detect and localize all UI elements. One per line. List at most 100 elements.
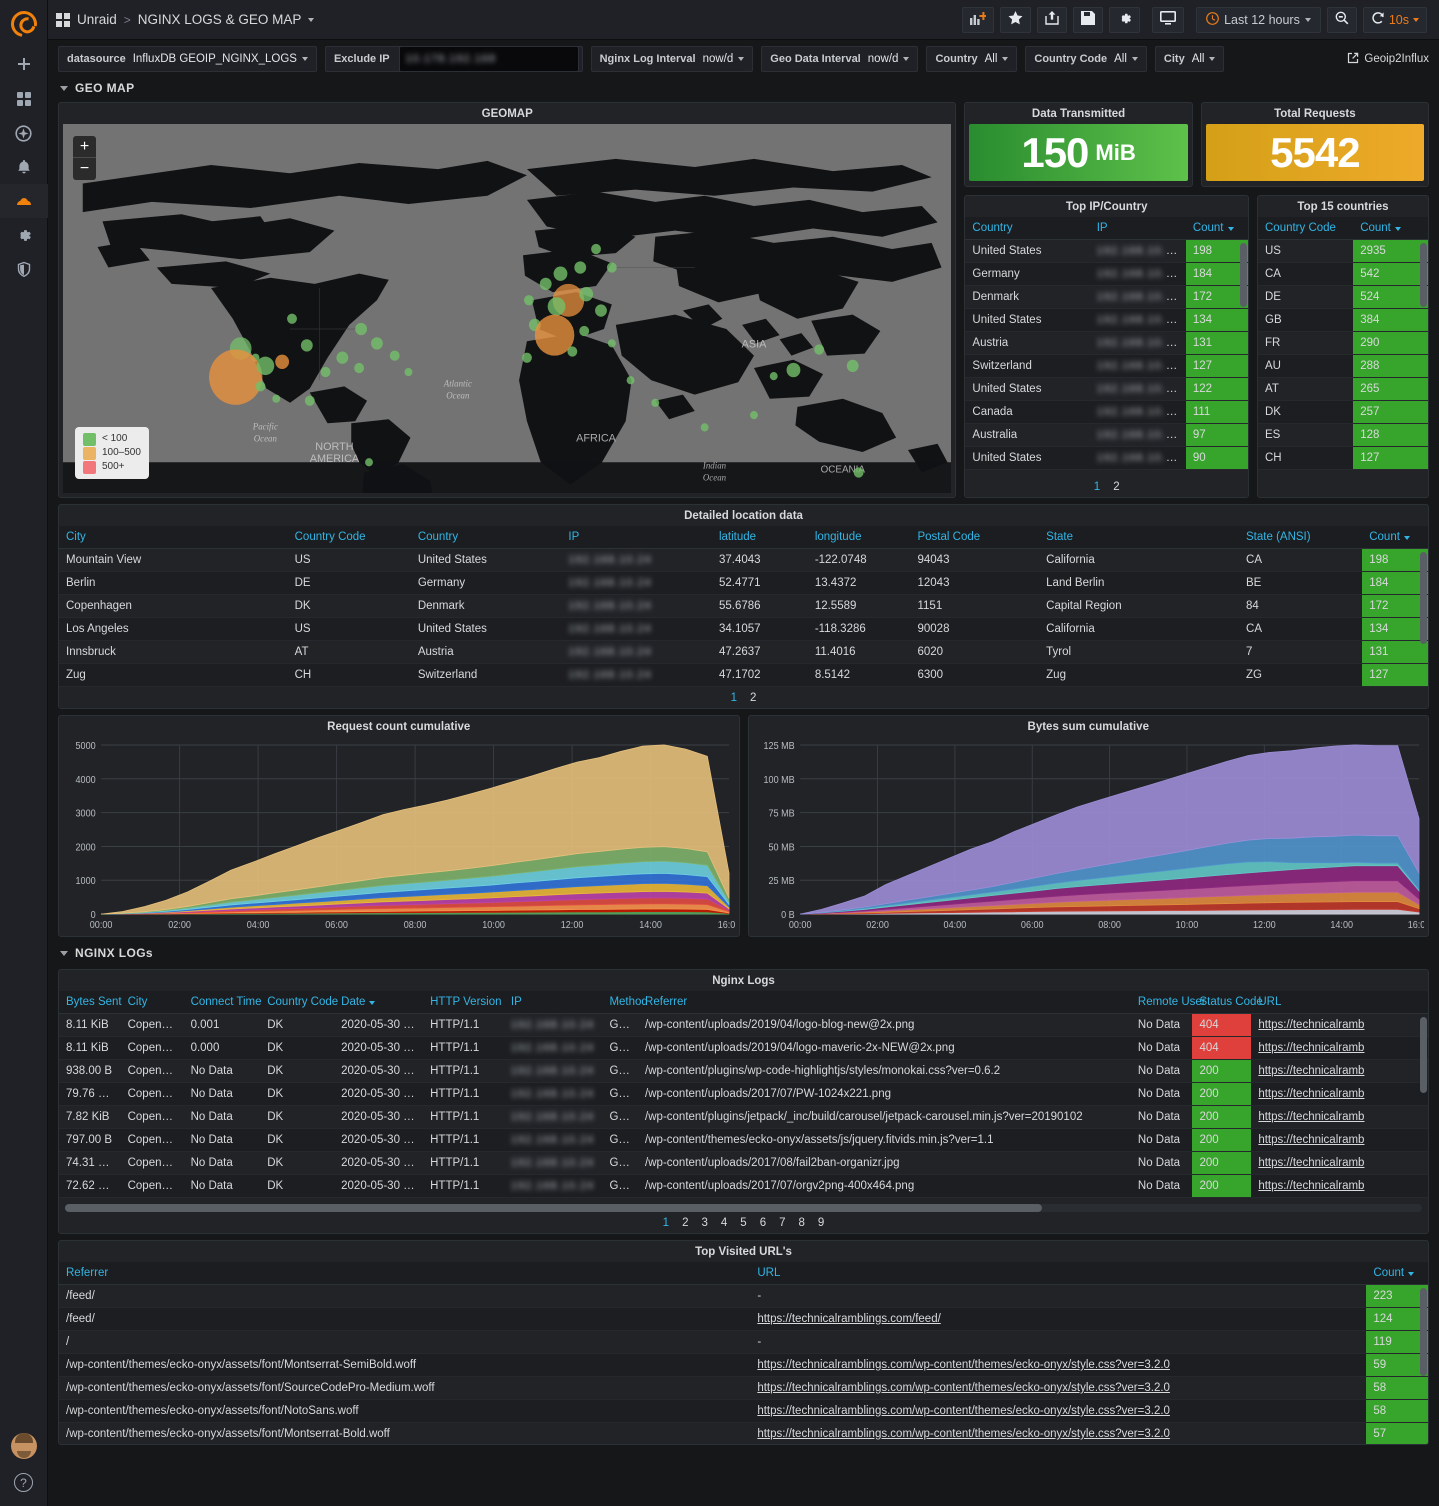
variable-geo-data-interval[interactable]: Geo Data Interval now/d — [761, 46, 919, 72]
vertical-scrollbar[interactable] — [1420, 1288, 1427, 1376]
table-link[interactable]: https://technicalramblings.com/wp-conten… — [757, 1359, 1170, 1371]
refresh-picker[interactable]: 10s — [1362, 6, 1427, 33]
table-link[interactable]: https://technicalramb — [1258, 1088, 1364, 1100]
column-header-country-code[interactable]: Country Code — [260, 991, 338, 1014]
column-header-url[interactable]: URL — [1251, 991, 1428, 1014]
bytes-sum-graph[interactable]: 0 B 25 MB 50 MB 75 MB 100 MB 125 MB 00:00 02:00… — [752, 737, 1424, 934]
column-header-method[interactable]: Method — [602, 991, 648, 1014]
share-dashboard-button[interactable] — [1037, 6, 1068, 33]
breadcrumb-org[interactable]: Unraid — [77, 12, 117, 27]
sidebar-item-dashboards[interactable] — [0, 82, 48, 116]
help-icon[interactable]: ? — [14, 1473, 33, 1492]
page-1[interactable]: 1 — [663, 1217, 669, 1229]
column-header-country-code[interactable]: Country Code — [1258, 217, 1354, 240]
map-zoom-in-button[interactable]: + — [73, 136, 96, 158]
table-link[interactable]: https://technicalramblings.com/feed/ — [757, 1313, 940, 1325]
page-1[interactable]: 1 — [1094, 481, 1100, 493]
geoip2influx-link[interactable]: Geoip2Influx — [1347, 52, 1429, 67]
column-header-state-ansi[interactable]: State (ANSI) — [1239, 526, 1363, 549]
table-link[interactable]: https://technicalramblings.com/wp-conten… — [757, 1428, 1170, 1440]
column-header-referrer[interactable]: Referrer — [638, 991, 1131, 1014]
sidebar-item-configuration[interactable] — [0, 218, 48, 252]
column-header-count[interactable]: Count — [1362, 526, 1428, 549]
table-link[interactable]: https://technicalramblings.com/wp-conten… — [757, 1405, 1170, 1417]
zoom-out-time-button[interactable] — [1326, 6, 1357, 33]
page-2[interactable]: 2 — [1113, 481, 1119, 493]
column-header-count[interactable]: Count — [1366, 1262, 1428, 1285]
variable-country[interactable]: Country All — [926, 46, 1018, 72]
variable-exclude-ip[interactable]: Exclude IP 10.178.192.168 — [324, 46, 583, 72]
vertical-scrollbar[interactable] — [1420, 552, 1427, 644]
vertical-scrollbar[interactable] — [1240, 243, 1247, 307]
table-link[interactable]: https://technicalramb — [1258, 1065, 1364, 1077]
column-header-postal-code[interactable]: Postal Code — [910, 526, 1040, 549]
column-header-latitude[interactable]: latitude — [711, 526, 808, 549]
column-header-connect-time[interactable]: Connect Time — [183, 991, 262, 1014]
column-header-city[interactable]: City — [120, 991, 184, 1014]
chevron-down-icon[interactable] — [308, 17, 315, 22]
row-header-geo-map[interactable]: GEO MAP — [48, 78, 1439, 98]
sidebar-item-server-admin[interactable] — [0, 252, 48, 286]
table-link[interactable]: https://technicalramb — [1258, 1019, 1364, 1031]
cycle-view-mode-button[interactable] — [1152, 6, 1185, 33]
vertical-scrollbar[interactable] — [1420, 243, 1427, 307]
dashboard-settings-button[interactable] — [1109, 6, 1141, 33]
request-count-graph[interactable]: 0 1000 2000 3000 4000 5000 00:00 02:00 04:00 06:0… — [63, 737, 735, 934]
page-4[interactable]: 4 — [721, 1217, 727, 1229]
column-header-country[interactable]: Country — [410, 526, 562, 549]
page-5[interactable]: 5 — [740, 1217, 746, 1229]
exclude-ip-input[interactable]: 10.178.192.168 — [398, 46, 579, 72]
column-header-http-version[interactable]: HTTP Version — [423, 991, 504, 1014]
column-header-count[interactable]: Count — [1185, 217, 1248, 240]
page-6[interactable]: 6 — [760, 1217, 766, 1229]
variable-city[interactable]: City All — [1154, 46, 1225, 72]
page-2[interactable]: 2 — [682, 1217, 688, 1229]
sidebar-item-unraid[interactable] — [0, 184, 48, 218]
column-header-count[interactable]: Count — [1353, 217, 1428, 240]
column-header-url[interactable]: URL — [750, 1262, 1367, 1285]
variable-nginx-log-interval[interactable]: Nginx Log Interval now/d — [590, 46, 754, 72]
column-header-country-code[interactable]: Country Code — [287, 526, 411, 549]
page-8[interactable]: 8 — [799, 1217, 805, 1229]
avatar[interactable] — [10, 1433, 37, 1459]
page-title[interactable]: NGINX LOGS & GEO MAP — [138, 12, 302, 27]
variable-datasource[interactable]: datasource InfluxDB GEOIP_NGINX_LOGS — [58, 46, 317, 72]
variable-country-code[interactable]: Country Code All — [1025, 46, 1147, 72]
column-header-bytes-sent[interactable]: Bytes Sent — [59, 991, 122, 1014]
grafana-logo[interactable] — [0, 0, 48, 48]
map-canvas[interactable]: NORTH AMERICA SOUTH AMERICA AFRICA ASIA … — [63, 124, 952, 493]
page-7[interactable]: 7 — [779, 1217, 785, 1229]
sidebar-item-alerting[interactable] — [0, 150, 48, 184]
add-panel-button[interactable] — [962, 6, 995, 33]
page-9[interactable]: 9 — [818, 1217, 824, 1229]
page-2[interactable]: 2 — [750, 692, 756, 704]
table-link[interactable]: https://technicalramb — [1258, 1180, 1364, 1192]
vertical-scrollbar[interactable] — [1420, 1017, 1427, 1093]
column-header-ip[interactable]: IP — [561, 526, 712, 549]
column-header-state[interactable]: State — [1039, 526, 1240, 549]
horizontal-scrollbar[interactable] — [65, 1204, 1422, 1212]
page-3[interactable]: 3 — [701, 1217, 707, 1229]
mark-favorite-button[interactable] — [1000, 6, 1032, 33]
row-header-nginx-logs[interactable]: NGINX LOGs — [48, 943, 1439, 963]
sidebar-item-create[interactable] — [0, 48, 48, 82]
column-header-city[interactable]: City — [59, 526, 288, 549]
column-header-referrer[interactable]: Referrer — [59, 1262, 751, 1285]
sidebar-item-explore[interactable] — [0, 116, 48, 150]
map-zoom-out-button[interactable]: − — [73, 158, 96, 180]
column-header-ip[interactable]: IP — [1089, 217, 1186, 240]
column-header-country[interactable]: Country — [965, 217, 1090, 240]
column-header-date[interactable]: Date — [334, 991, 424, 1014]
column-header-status-code[interactable]: Status Code — [1192, 991, 1263, 1014]
table-link[interactable]: https://technicalramblings.com/wp-conten… — [757, 1382, 1170, 1394]
save-dashboard-button[interactable] — [1073, 6, 1104, 33]
column-header-ip[interactable]: IP — [503, 991, 603, 1014]
page-1[interactable]: 1 — [731, 692, 737, 704]
table-link[interactable]: https://technicalramb — [1258, 1134, 1364, 1146]
table-link[interactable]: https://technicalramb — [1258, 1111, 1364, 1123]
time-range-picker[interactable]: Last 12 hours — [1196, 6, 1321, 33]
map-zoom-controls[interactable]: + − — [73, 136, 96, 180]
column-header-remote-user[interactable]: Remote User — [1130, 991, 1206, 1014]
table-link[interactable]: https://technicalramb — [1258, 1042, 1364, 1054]
table-link[interactable]: https://technicalramb — [1258, 1157, 1364, 1169]
